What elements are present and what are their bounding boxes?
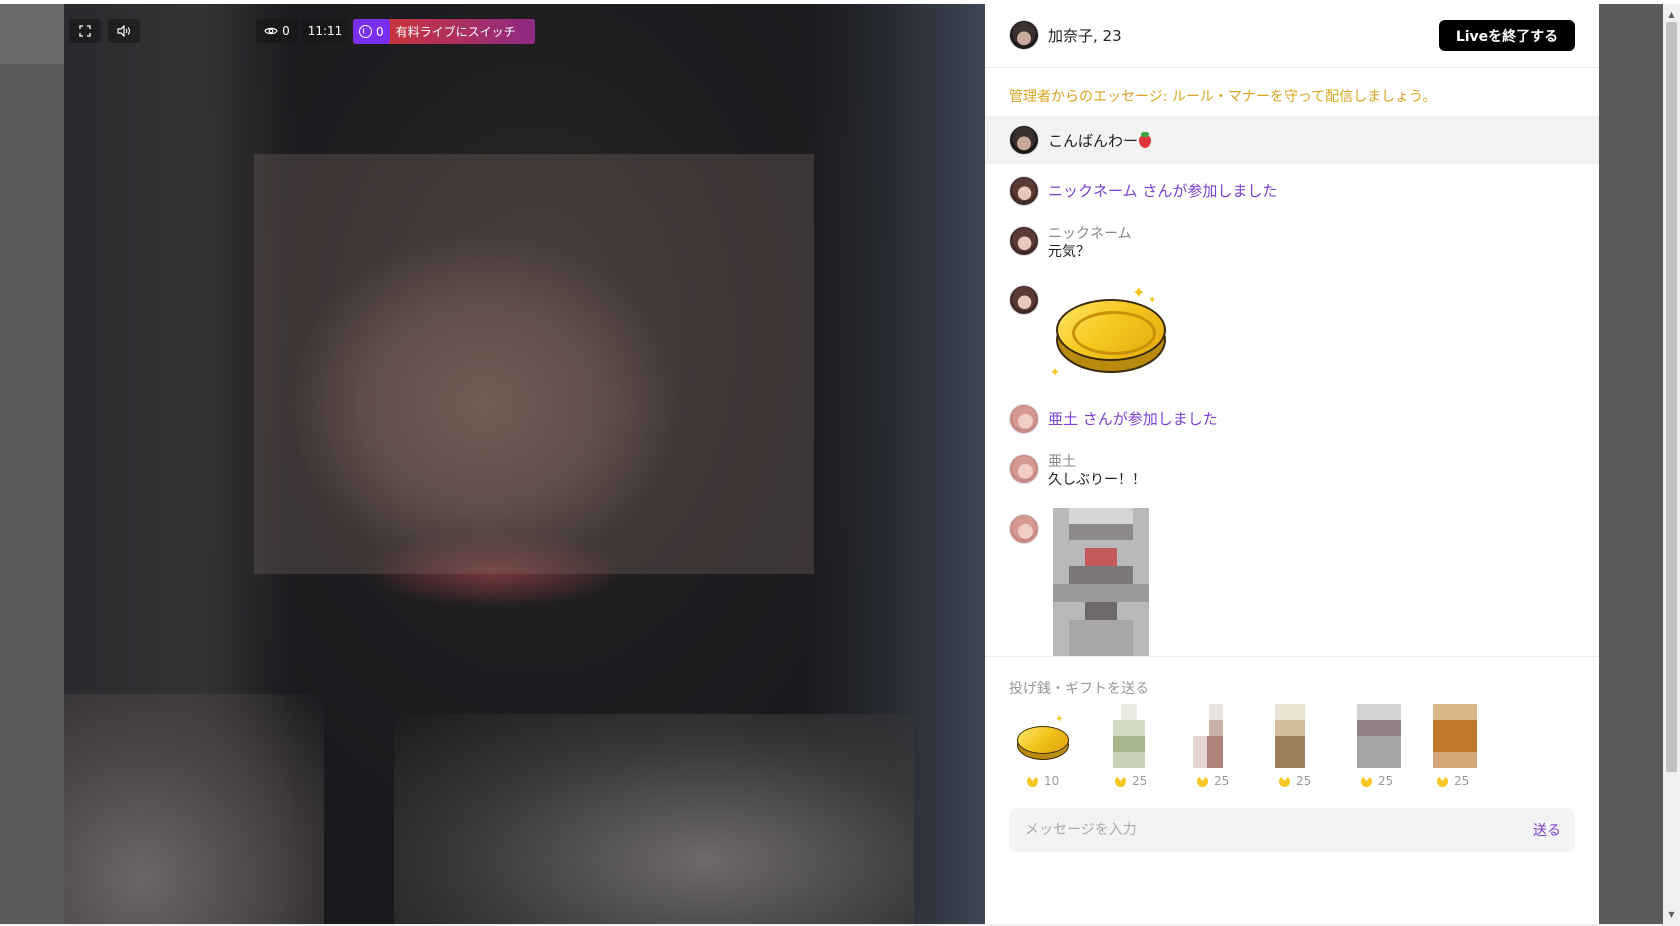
join-notice-text: 亜土 さんが参加しました	[1048, 410, 1218, 428]
video-region-collar	[394, 714, 914, 924]
join-notice-text: ニックネーム さんが参加しました	[1048, 182, 1278, 200]
streamer-name: 加奈子, 23	[1048, 26, 1122, 45]
avatar	[1009, 404, 1039, 434]
gift-section-title: 投げ銭・ギフトを送る	[1009, 681, 1149, 697]
page-margin-right	[1599, 4, 1663, 924]
chat-nickname: ニックネーム	[1048, 226, 1132, 242]
mosaic-overlay	[254, 154, 814, 574]
gift-price: 25	[1197, 774, 1229, 788]
divider	[985, 656, 1599, 657]
strawberry-emoji-icon	[1138, 131, 1152, 148]
avatar	[1009, 285, 1039, 315]
sparkle-icon: ✦	[1148, 295, 1157, 306]
chat-message: 亜土 久しぶりー！！	[1009, 454, 1146, 490]
switch-to-paid-live-button[interactable]: 0 有料ライブにスイッチ	[353, 19, 535, 44]
scrollbar-thumb[interactable]	[1666, 22, 1677, 772]
message-input[interactable]	[1025, 808, 1465, 852]
viewer-count: 0	[256, 19, 298, 43]
switch-paid-live-label: 有料ライブにスイッチ	[389, 19, 535, 44]
heart-coin-icon	[1115, 774, 1126, 787]
gift-price: 25	[1361, 774, 1393, 788]
chat-join-notice: ニックネーム さんが参加しました	[1009, 176, 1277, 206]
gift-item[interactable]: 25	[1097, 704, 1167, 794]
avatar	[1009, 514, 1039, 544]
gift-item[interactable]: 25	[1261, 704, 1331, 794]
heart-coin-icon	[1279, 774, 1290, 787]
streamer-info: 加奈子, 23	[1009, 20, 1122, 50]
gift-image	[1269, 704, 1321, 768]
chat-panel: 加奈子, 23 Liveを終了する 管理者からのエッセージ: ルール・マナーを守…	[985, 4, 1599, 924]
live-video[interactable]	[64, 4, 985, 924]
send-button[interactable]: 送る	[1533, 820, 1561, 840]
chat-join-notice: 亜土 さんが参加しました	[1009, 404, 1218, 434]
avatar	[1009, 125, 1039, 155]
chat-message: ニックネーム 元気？	[1009, 226, 1132, 262]
gift-image	[1105, 704, 1157, 768]
gift-item[interactable]: 25	[1419, 704, 1489, 794]
gold-coin-icon	[1017, 722, 1069, 760]
heart-coin-icon	[1027, 774, 1038, 787]
panel-header: 加奈子, 23 Liveを終了する	[985, 4, 1599, 68]
gift-price: 25	[1437, 774, 1469, 788]
chat-gift-message: ✦ ✦ ✦	[1009, 283, 1168, 385]
gift-price: 10	[1027, 774, 1059, 788]
sparkle-icon: ✦	[1050, 365, 1061, 379]
avatar	[1009, 454, 1039, 484]
avatar	[1009, 20, 1039, 50]
coin-icon	[359, 25, 372, 38]
coin-counter: 0	[353, 19, 390, 44]
viewer-count-value: 0	[282, 24, 290, 38]
chat-nickname: 亜土	[1048, 454, 1076, 470]
video-region-shoulder	[64, 694, 324, 924]
photo-thumbnail[interactable]	[1053, 508, 1149, 656]
eye-icon	[264, 27, 278, 35]
coin-count-value: 0	[376, 24, 384, 39]
gift-item[interactable]: 25	[1343, 704, 1413, 794]
avatar	[1009, 176, 1039, 206]
chat-photo-message	[1009, 508, 1349, 656]
chat-text: 久しぶりー！！	[1048, 472, 1146, 488]
gift-item[interactable]: 25	[1179, 704, 1249, 794]
heart-coin-icon	[1437, 774, 1448, 787]
end-live-button[interactable]: Liveを終了する	[1439, 20, 1575, 51]
volume-button[interactable]	[108, 19, 140, 43]
heart-coin-icon	[1197, 774, 1208, 787]
fullscreen-button[interactable]	[69, 19, 101, 43]
chat-message-body: ニックネーム 元気？	[1048, 226, 1132, 262]
gold-coin-gift-icon: ✦ ✦ ✦	[1048, 283, 1168, 385]
elapsed-time-value: 11:11	[307, 24, 343, 38]
chat-text: 元気？	[1048, 244, 1090, 260]
gift-image	[1351, 704, 1403, 768]
message-composer: 送る	[1009, 808, 1575, 852]
sparkle-icon: ✦	[1132, 283, 1146, 302]
pinned-message-text: こんばんわー	[1048, 130, 1152, 151]
pinned-message: こんばんわー	[985, 116, 1599, 164]
avatar	[1009, 226, 1039, 256]
scroll-down-icon[interactable]: ▼	[1663, 906, 1680, 923]
elapsed-time: 11:11	[302, 19, 348, 43]
gift-image	[1187, 704, 1239, 768]
admin-message: 管理者からのエッセージ: ルール・マナーを守って配信しましょう。	[1009, 89, 1437, 105]
chat-message-body: 亜土 久しぶりー！！	[1048, 454, 1146, 490]
gift-image	[1427, 704, 1479, 768]
gift-item-gold-coin[interactable]: ✦ 10	[1009, 704, 1079, 794]
sparkle-icon: ✦	[1055, 714, 1064, 725]
gift-price: 25	[1279, 774, 1311, 788]
speaker-icon	[117, 25, 131, 37]
heart-coin-icon	[1361, 774, 1372, 787]
scroll-up-icon[interactable]: ▲	[1663, 6, 1680, 23]
gift-list: ✦ 10 25 25	[1009, 704, 1569, 794]
gift-price: 25	[1115, 774, 1147, 788]
fullscreen-icon	[79, 25, 91, 37]
